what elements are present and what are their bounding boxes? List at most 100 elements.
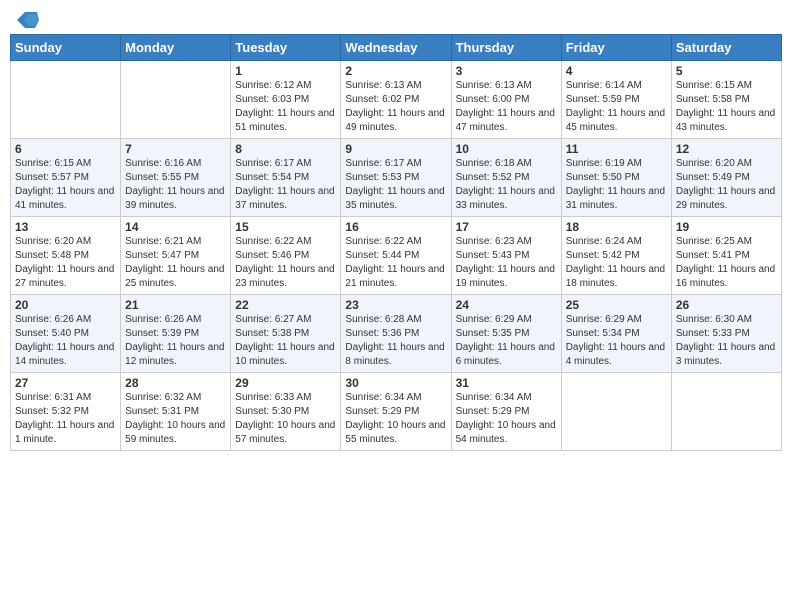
calendar-cell: 23Sunrise: 6:28 AM Sunset: 5:36 PM Dayli… — [341, 295, 451, 373]
day-number: 15 — [235, 220, 336, 234]
day-info: Sunrise: 6:31 AM Sunset: 5:32 PM Dayligh… — [15, 391, 116, 447]
day-number: 11 — [566, 142, 667, 156]
day-info: Sunrise: 6:18 AM Sunset: 5:52 PM Dayligh… — [456, 157, 557, 213]
day-number: 24 — [456, 298, 557, 312]
day-info: Sunrise: 6:12 AM Sunset: 6:03 PM Dayligh… — [235, 79, 336, 135]
day-number: 23 — [345, 298, 446, 312]
calendar-cell: 26Sunrise: 6:30 AM Sunset: 5:33 PM Dayli… — [671, 295, 781, 373]
calendar-cell: 24Sunrise: 6:29 AM Sunset: 5:35 PM Dayli… — [451, 295, 561, 373]
day-info: Sunrise: 6:29 AM Sunset: 5:35 PM Dayligh… — [456, 313, 557, 369]
day-number: 18 — [566, 220, 667, 234]
day-number: 12 — [676, 142, 777, 156]
day-number: 16 — [345, 220, 446, 234]
day-number: 17 — [456, 220, 557, 234]
day-number: 13 — [15, 220, 116, 234]
day-info: Sunrise: 6:34 AM Sunset: 5:29 PM Dayligh… — [456, 391, 557, 447]
logo — [14, 10, 39, 26]
calendar-cell: 20Sunrise: 6:26 AM Sunset: 5:40 PM Dayli… — [11, 295, 121, 373]
calendar-cell: 3Sunrise: 6:13 AM Sunset: 6:00 PM Daylig… — [451, 61, 561, 139]
day-info: Sunrise: 6:20 AM Sunset: 5:49 PM Dayligh… — [676, 157, 777, 213]
calendar-cell: 7Sunrise: 6:16 AM Sunset: 5:55 PM Daylig… — [121, 139, 231, 217]
day-number: 2 — [345, 64, 446, 78]
weekday-header-tuesday: Tuesday — [231, 35, 341, 61]
weekday-header-thursday: Thursday — [451, 35, 561, 61]
calendar-cell: 15Sunrise: 6:22 AM Sunset: 5:46 PM Dayli… — [231, 217, 341, 295]
day-number: 20 — [15, 298, 116, 312]
day-number: 9 — [345, 142, 446, 156]
day-info: Sunrise: 6:22 AM Sunset: 5:46 PM Dayligh… — [235, 235, 336, 291]
weekday-header-monday: Monday — [121, 35, 231, 61]
calendar-cell: 29Sunrise: 6:33 AM Sunset: 5:30 PM Dayli… — [231, 373, 341, 451]
calendar-cell: 10Sunrise: 6:18 AM Sunset: 5:52 PM Dayli… — [451, 139, 561, 217]
day-number: 5 — [676, 64, 777, 78]
day-number: 8 — [235, 142, 336, 156]
weekday-header-wednesday: Wednesday — [341, 35, 451, 61]
day-info: Sunrise: 6:13 AM Sunset: 6:00 PM Dayligh… — [456, 79, 557, 135]
calendar-cell: 25Sunrise: 6:29 AM Sunset: 5:34 PM Dayli… — [561, 295, 671, 373]
day-info: Sunrise: 6:24 AM Sunset: 5:42 PM Dayligh… — [566, 235, 667, 291]
calendar-cell — [121, 61, 231, 139]
day-info: Sunrise: 6:14 AM Sunset: 5:59 PM Dayligh… — [566, 79, 667, 135]
calendar-cell — [11, 61, 121, 139]
logo-icon — [17, 10, 39, 30]
calendar-cell: 13Sunrise: 6:20 AM Sunset: 5:48 PM Dayli… — [11, 217, 121, 295]
day-number: 7 — [125, 142, 226, 156]
day-info: Sunrise: 6:25 AM Sunset: 5:41 PM Dayligh… — [676, 235, 777, 291]
calendar-cell: 14Sunrise: 6:21 AM Sunset: 5:47 PM Dayli… — [121, 217, 231, 295]
day-info: Sunrise: 6:16 AM Sunset: 5:55 PM Dayligh… — [125, 157, 226, 213]
calendar-cell — [561, 373, 671, 451]
day-info: Sunrise: 6:30 AM Sunset: 5:33 PM Dayligh… — [676, 313, 777, 369]
day-number: 31 — [456, 376, 557, 390]
day-info: Sunrise: 6:23 AM Sunset: 5:43 PM Dayligh… — [456, 235, 557, 291]
day-info: Sunrise: 6:19 AM Sunset: 5:50 PM Dayligh… — [566, 157, 667, 213]
calendar-cell: 4Sunrise: 6:14 AM Sunset: 5:59 PM Daylig… — [561, 61, 671, 139]
day-info: Sunrise: 6:15 AM Sunset: 5:58 PM Dayligh… — [676, 79, 777, 135]
calendar-cell: 9Sunrise: 6:17 AM Sunset: 5:53 PM Daylig… — [341, 139, 451, 217]
day-number: 6 — [15, 142, 116, 156]
day-number: 26 — [676, 298, 777, 312]
calendar-cell: 31Sunrise: 6:34 AM Sunset: 5:29 PM Dayli… — [451, 373, 561, 451]
calendar-cell: 21Sunrise: 6:26 AM Sunset: 5:39 PM Dayli… — [121, 295, 231, 373]
day-number: 28 — [125, 376, 226, 390]
calendar-cell: 12Sunrise: 6:20 AM Sunset: 5:49 PM Dayli… — [671, 139, 781, 217]
calendar-cell: 28Sunrise: 6:32 AM Sunset: 5:31 PM Dayli… — [121, 373, 231, 451]
day-number: 4 — [566, 64, 667, 78]
day-info: Sunrise: 6:28 AM Sunset: 5:36 PM Dayligh… — [345, 313, 446, 369]
day-number: 21 — [125, 298, 226, 312]
calendar-cell: 2Sunrise: 6:13 AM Sunset: 6:02 PM Daylig… — [341, 61, 451, 139]
day-info: Sunrise: 6:34 AM Sunset: 5:29 PM Dayligh… — [345, 391, 446, 447]
day-number: 22 — [235, 298, 336, 312]
page-header — [10, 10, 782, 26]
day-info: Sunrise: 6:26 AM Sunset: 5:40 PM Dayligh… — [15, 313, 116, 369]
day-number: 30 — [345, 376, 446, 390]
day-info: Sunrise: 6:20 AM Sunset: 5:48 PM Dayligh… — [15, 235, 116, 291]
calendar-cell: 6Sunrise: 6:15 AM Sunset: 5:57 PM Daylig… — [11, 139, 121, 217]
day-number: 19 — [676, 220, 777, 234]
calendar-cell: 30Sunrise: 6:34 AM Sunset: 5:29 PM Dayli… — [341, 373, 451, 451]
weekday-header-friday: Friday — [561, 35, 671, 61]
day-number: 29 — [235, 376, 336, 390]
day-info: Sunrise: 6:21 AM Sunset: 5:47 PM Dayligh… — [125, 235, 226, 291]
calendar-cell: 22Sunrise: 6:27 AM Sunset: 5:38 PM Dayli… — [231, 295, 341, 373]
day-info: Sunrise: 6:22 AM Sunset: 5:44 PM Dayligh… — [345, 235, 446, 291]
calendar-cell: 5Sunrise: 6:15 AM Sunset: 5:58 PM Daylig… — [671, 61, 781, 139]
calendar-cell: 8Sunrise: 6:17 AM Sunset: 5:54 PM Daylig… — [231, 139, 341, 217]
calendar-table: SundayMondayTuesdayWednesdayThursdayFrid… — [10, 34, 782, 451]
day-info: Sunrise: 6:13 AM Sunset: 6:02 PM Dayligh… — [345, 79, 446, 135]
calendar-cell: 17Sunrise: 6:23 AM Sunset: 5:43 PM Dayli… — [451, 217, 561, 295]
day-info: Sunrise: 6:33 AM Sunset: 5:30 PM Dayligh… — [235, 391, 336, 447]
day-number: 10 — [456, 142, 557, 156]
calendar-cell: 27Sunrise: 6:31 AM Sunset: 5:32 PM Dayli… — [11, 373, 121, 451]
day-number: 14 — [125, 220, 226, 234]
day-info: Sunrise: 6:17 AM Sunset: 5:53 PM Dayligh… — [345, 157, 446, 213]
calendar-cell: 18Sunrise: 6:24 AM Sunset: 5:42 PM Dayli… — [561, 217, 671, 295]
day-info: Sunrise: 6:32 AM Sunset: 5:31 PM Dayligh… — [125, 391, 226, 447]
calendar-cell: 16Sunrise: 6:22 AM Sunset: 5:44 PM Dayli… — [341, 217, 451, 295]
calendar-cell — [671, 373, 781, 451]
day-info: Sunrise: 6:26 AM Sunset: 5:39 PM Dayligh… — [125, 313, 226, 369]
calendar-cell: 19Sunrise: 6:25 AM Sunset: 5:41 PM Dayli… — [671, 217, 781, 295]
day-number: 3 — [456, 64, 557, 78]
day-number: 27 — [15, 376, 116, 390]
calendar-cell: 1Sunrise: 6:12 AM Sunset: 6:03 PM Daylig… — [231, 61, 341, 139]
day-info: Sunrise: 6:15 AM Sunset: 5:57 PM Dayligh… — [15, 157, 116, 213]
